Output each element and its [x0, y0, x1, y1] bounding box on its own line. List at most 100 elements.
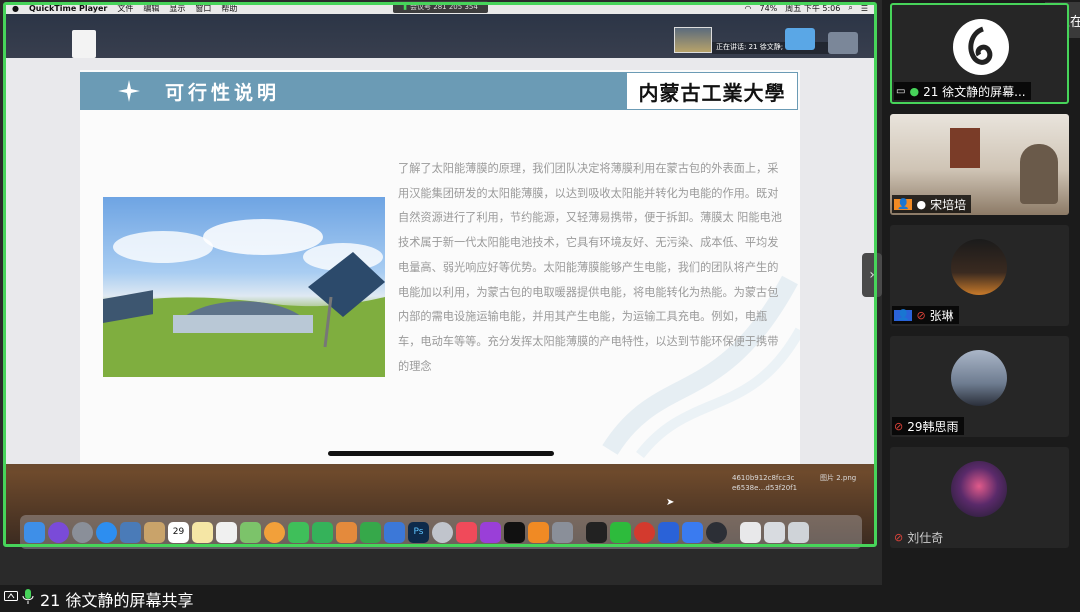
pages-icon[interactable] — [336, 521, 357, 543]
scroll-indicator[interactable] — [328, 451, 554, 456]
documents-icon[interactable] — [764, 521, 785, 543]
participant-name-bar: ⊘ 刘仕奇 — [892, 528, 948, 546]
menu-app-name[interactable]: QuickTime Player — [29, 4, 107, 13]
file-hash-line2: e6538e…d53f20f1 — [732, 484, 798, 492]
menubar-clock[interactable]: 周五 下午 5:06 — [785, 3, 840, 14]
downloads-icon[interactable] — [740, 521, 761, 543]
participant-tile[interactable]: 👤 ● 宋培培 — [890, 114, 1069, 215]
microphone-icon — [22, 589, 34, 604]
mac-dock: 29 Ps — [20, 515, 862, 549]
menu-view[interactable]: 显示 — [169, 3, 185, 14]
apple-tv-icon[interactable] — [504, 521, 525, 543]
zoom-video-icon[interactable] — [586, 521, 607, 543]
mouse-cursor-icon: ➤ — [666, 497, 675, 508]
safari-icon[interactable] — [96, 521, 117, 543]
keynote-icon[interactable] — [384, 521, 405, 543]
photos-icon[interactable] — [264, 521, 285, 543]
avatar — [951, 239, 1007, 295]
photos-app-icon[interactable] — [120, 521, 141, 543]
solar-yurt-photo — [103, 197, 385, 377]
share-owner-label: 21 徐文静的屏幕共享 — [40, 591, 194, 610]
reminders-icon[interactable] — [216, 521, 237, 543]
person-icon: 👤 — [894, 198, 913, 210]
calendar-icon[interactable]: 29 — [168, 521, 189, 543]
participant-name: 刘仕奇 — [907, 530, 944, 545]
netease-music-icon[interactable] — [634, 521, 655, 543]
file-hash-line1: 4610b912c8fcc3c — [732, 474, 795, 482]
participant-name-bar: 👤 ⊘ 张琳 — [892, 306, 959, 324]
meeting-id-text: 会议号 281 205 354 — [410, 3, 478, 11]
file-hash-label: 4610b912c8fcc3c e6538e…d53f20f1 — [732, 473, 797, 493]
participant-name-bar: ▭ ● 21 徐文静的屏幕... — [894, 82, 1031, 100]
system-preferences-icon[interactable] — [552, 521, 573, 543]
participant-name-bar: ⊘ 29韩思雨 — [892, 417, 964, 435]
meeting-id-badge[interactable]: ▮ 会议号 281 205 354 — [393, 1, 488, 13]
muted-microphone-icon: ⊘ — [916, 308, 926, 322]
maps-icon[interactable] — [240, 521, 261, 543]
calendar-day: 29 — [172, 527, 185, 537]
slide-title: 可行性说明 — [165, 82, 281, 104]
desktop-thumbnail — [674, 27, 712, 53]
participant-tile[interactable]: 👤 ⊘ 张琳 — [890, 225, 1069, 326]
signal-icon: ▮ — [403, 3, 408, 11]
notes-icon[interactable] — [192, 521, 213, 543]
file-icon — [72, 30, 96, 58]
person-icon: 👤 — [894, 309, 913, 321]
microphone-icon: ● — [916, 197, 927, 211]
chevron-right-icon: › — [869, 267, 875, 283]
video-person — [1020, 144, 1058, 204]
no-sign-icon[interactable] — [432, 521, 453, 543]
menu-file[interactable]: 文件 — [117, 3, 133, 14]
avatar — [951, 461, 1007, 517]
university-logo: 内蒙古工業大學 — [627, 73, 797, 109]
participant-name: 宋培培 — [930, 197, 967, 212]
logo-text: 内蒙古工業大學 — [638, 80, 786, 105]
participant-name: 29韩思雨 — [907, 419, 959, 434]
wechat-icon[interactable] — [610, 521, 631, 543]
photoshop-icon[interactable]: Ps — [408, 521, 429, 543]
trash-icon[interactable] — [788, 521, 809, 543]
participant-tile[interactable]: ⊘ 29韩思雨 — [890, 336, 1069, 437]
lark-icon[interactable] — [682, 521, 703, 543]
menu-help[interactable]: 帮助 — [221, 3, 237, 14]
folder-icon — [785, 28, 815, 50]
messages-icon[interactable] — [288, 521, 309, 543]
screen-share-icon — [4, 591, 18, 601]
participant-name: 21 徐文静的屏幕... — [923, 84, 1026, 99]
png-file-label: 图片 2.png — [820, 474, 857, 482]
podcasts-icon[interactable] — [480, 521, 501, 543]
participant-name: 张琳 — [929, 308, 954, 323]
quicktime-icon[interactable] — [706, 521, 727, 543]
screen-share-icon: ▭ — [896, 85, 906, 97]
menu-list-icon[interactable]: ☰ — [861, 4, 868, 13]
folder-icon — [828, 32, 858, 54]
participant-name-bar: 👤 ● 宋培培 — [892, 195, 972, 213]
music-icon[interactable] — [456, 521, 477, 543]
apple-icon[interactable]: ● — [12, 4, 19, 13]
numbers-icon[interactable] — [360, 521, 381, 543]
slide-paragraph: 了解了太阳能薄膜的原理，我们团队决定将薄膜利用在蒙古包的外表面上，采用汉能集团研… — [398, 162, 782, 373]
participant-tile[interactable]: ⊘ 刘仕奇 — [890, 447, 1069, 548]
facetime-icon[interactable] — [312, 521, 333, 543]
next-page-button[interactable]: › — [862, 253, 882, 297]
video-window-frame — [950, 128, 980, 168]
siri-icon[interactable] — [48, 521, 69, 543]
participant-tile[interactable]: ▭ ● 21 徐文静的屏幕... — [890, 3, 1069, 104]
avatar-logo-icon — [968, 26, 993, 65]
wifi-icon[interactable]: ◠ — [745, 4, 752, 13]
menu-edit[interactable]: 编辑 — [143, 3, 159, 14]
search-icon[interactable]: ⌕ — [848, 3, 852, 13]
solar-yurt-illustration — [103, 219, 385, 377]
microphone-icon: ● — [909, 84, 920, 98]
books-icon[interactable] — [528, 521, 549, 543]
contacts-icon[interactable] — [144, 521, 165, 543]
avatar — [953, 19, 1009, 75]
muted-microphone-icon: ⊘ — [894, 419, 904, 433]
sparkle-icon — [118, 80, 140, 102]
muted-microphone-icon: ⊘ — [894, 530, 904, 544]
finder-icon[interactable] — [24, 521, 45, 543]
launchpad-icon[interactable] — [72, 521, 93, 543]
menu-window[interactable]: 窗口 — [195, 3, 211, 14]
battery-level[interactable]: 74% — [760, 4, 778, 13]
wps-icon[interactable] — [658, 521, 679, 543]
